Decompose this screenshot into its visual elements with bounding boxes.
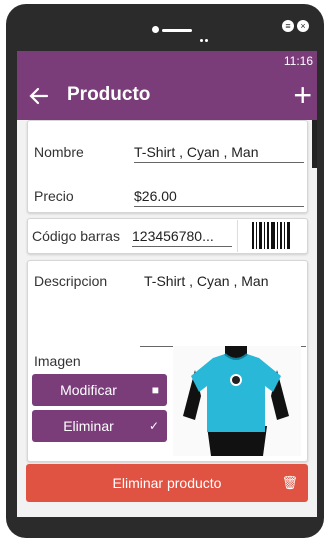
close-icon[interactable]: × bbox=[297, 20, 309, 32]
image-label: Imagen bbox=[34, 353, 81, 369]
product-image[interactable] bbox=[173, 346, 301, 456]
check-icon: ✓ bbox=[148, 419, 159, 433]
app-screen: 11:16 Producto + Nombre T-Shirt , Cyan ,… bbox=[17, 51, 317, 517]
folder-icon: ■ bbox=[151, 383, 159, 397]
price-label: Precio bbox=[34, 188, 74, 204]
arrow-left-icon[interactable] bbox=[27, 84, 51, 108]
app-toolbar: Producto + bbox=[17, 72, 317, 120]
remove-label: Eliminar bbox=[63, 418, 114, 434]
name-field[interactable]: T-Shirt , Cyan , Man bbox=[134, 144, 304, 163]
barcode-icon[interactable] bbox=[252, 222, 290, 249]
description-label: Descripcion bbox=[34, 273, 108, 289]
name-label: Nombre bbox=[34, 144, 84, 160]
menu-icon[interactable]: ≡ bbox=[282, 20, 294, 32]
page-title: Producto bbox=[67, 84, 151, 105]
status-bar: 11:16 bbox=[17, 51, 317, 72]
status-time: 11:16 bbox=[283, 54, 313, 68]
modify-image-button[interactable]: Modificar ■ bbox=[32, 374, 167, 406]
speaker-icon bbox=[162, 29, 192, 32]
name-price-card: Nombre T-Shirt , Cyan , Man Precio $26.0… bbox=[27, 120, 308, 213]
plus-icon[interactable]: + bbox=[293, 79, 312, 111]
price-field[interactable]: $26.00 bbox=[134, 188, 304, 207]
scrollbar[interactable] bbox=[312, 120, 317, 168]
description-image-card: Descripcion T-Shirt , Cyan , Man Imagen … bbox=[27, 260, 308, 462]
barcode-label: Código barras bbox=[32, 228, 120, 244]
trash-icon: 🗑 bbox=[281, 475, 298, 490]
barcode-field[interactable]: 123456780... bbox=[132, 228, 232, 247]
remove-image-button[interactable]: Eliminar ✓ bbox=[32, 410, 167, 442]
sensor-dots-icon bbox=[200, 29, 212, 42]
delete-product-button[interactable]: Eliminar producto 🗑 bbox=[26, 464, 308, 502]
barcode-card: Código barras 123456780... bbox=[27, 218, 308, 254]
camera-icon bbox=[152, 26, 159, 33]
description-field[interactable]: T-Shirt , Cyan , Man bbox=[144, 273, 268, 289]
divider bbox=[237, 220, 238, 252]
delete-product-label: Eliminar producto bbox=[112, 475, 222, 491]
modify-label: Modificar bbox=[60, 382, 117, 398]
